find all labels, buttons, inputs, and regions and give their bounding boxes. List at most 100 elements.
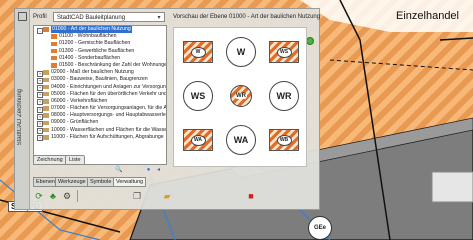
tree-item[interactable]: 01400 - Sonderbauflächen <box>34 55 166 62</box>
tree-item[interactable]: +08000 - Hauptversorgungs- und Hauptabwa… <box>34 112 167 120</box>
layer-icon <box>43 27 49 32</box>
tree-icon[interactable]: ♣ <box>47 190 59 202</box>
tab-zeichnung[interactable]: Zeichnung <box>33 155 67 165</box>
tree-item-label: 01400 - Sonderbauflächen <box>59 54 121 61</box>
circle-symbol: WR <box>230 85 252 107</box>
tree-item-label: 05000 - Flächen für den überörtlichen Ve… <box>51 90 167 97</box>
tree-item-label: 08000 - Hauptversorgungs- und Hauptabwas… <box>51 112 167 119</box>
symbol-cell[interactable]: WB <box>264 120 304 160</box>
circle-symbol: WR <box>269 81 299 111</box>
layer-icon <box>51 55 57 61</box>
panel-side-label: StadtCAD Zeichnung <box>17 89 23 146</box>
layer-icon <box>51 41 57 47</box>
chevron-down-icon[interactable]: ▾ <box>155 13 163 21</box>
symbol-cell[interactable]: W <box>178 32 218 72</box>
symbol-label: W <box>236 47 246 57</box>
symbol-label: WR <box>235 93 247 99</box>
tree-item-label: 06000 - Verkehrsflächen <box>51 97 108 104</box>
tree-item[interactable]: +03000 - Bauweise, Baulinien, Baugrenzen <box>34 76 166 84</box>
boundary-line <box>439 37 473 41</box>
panel-toolbar: ⟳ ♣ ⚙ ❐ ▰ ■ <box>33 188 319 206</box>
symbol-cell[interactable]: WA <box>221 120 261 160</box>
tree-item-label: 09000 - Grünflächen <box>51 119 99 126</box>
symbol-cell[interactable]: WR <box>221 76 261 116</box>
tree-item[interactable]: +09000 - Grünflächen <box>34 119 166 127</box>
symbol-cell[interactable]: WA <box>178 120 218 160</box>
tree-item[interactable]: +06000 - Verkehrsflächen <box>34 97 166 106</box>
map-label-einzelhandel: Einzelhandel <box>396 10 459 22</box>
search-icon[interactable]: 🔍 <box>115 167 122 174</box>
layer-icon <box>43 77 49 82</box>
profil-select[interactable]: StadtCAD Bauleitplanung ▾ <box>53 12 165 22</box>
tree-item[interactable]: 01100 - Wohnbauflächen <box>34 33 166 40</box>
map-label-gee: GEe <box>308 216 332 240</box>
tree-item-label: 01200 - Gemischte Bauflächen <box>59 40 131 47</box>
tree-item[interactable]: 01200 - Gemischte Bauflächen <box>34 40 166 47</box>
tree-item-label: 04000 - Einrichtungen und Anlagen zur Ve… <box>51 83 167 90</box>
symbol-label: WA <box>190 134 206 146</box>
tree-item-label: 03000 - Bauweise, Baulinien, Baugrenzen <box>51 76 148 83</box>
tree-item[interactable]: +10000 - Wasserflächen und Flächen für d… <box>34 126 167 135</box>
delete-icon[interactable]: ■ <box>245 190 257 202</box>
symbol-cell[interactable]: WR <box>264 76 304 116</box>
circle-symbol: WS <box>183 81 213 111</box>
tree-item[interactable]: +05000 - Flächen für den überörtlichen V… <box>34 90 167 99</box>
symbol-preview-grid[interactable]: W W WS WS WR WR WA WA WB <box>173 27 307 167</box>
preview-controls: 🔍 ● ◂ <box>115 167 175 177</box>
tab-symbole[interactable]: Symbole <box>87 177 115 187</box>
symbol-cell[interactable]: W <box>221 32 261 72</box>
dashed-line <box>329 59 473 71</box>
tree-item[interactable]: 01300 - Gewerbliche Bauflächen <box>34 48 166 55</box>
tree-item[interactable]: +07000 - Flächen für Versorgungsanlagen,… <box>34 105 167 113</box>
hatched-box-symbol: WB <box>269 129 299 151</box>
panel-side-strip[interactable]: StadtCAD Zeichnung <box>15 9 30 209</box>
tree-item-label: 01000 - Art der baulichen Nutzung <box>51 26 132 34</box>
circle-symbol: W <box>226 37 256 67</box>
layer-tree[interactable]: -01000 - Art der baulichen Nutzung 01100 … <box>33 25 167 165</box>
symbol-library-panel: StadtCAD Zeichnung Profil StadtCAD Baule… <box>14 8 320 210</box>
circle-symbol: WA <box>226 125 256 155</box>
reload-icon[interactable]: ⟳ <box>33 190 45 202</box>
tab-werkzeuge[interactable]: Werkzeuge <box>55 177 89 187</box>
layer-icon <box>43 91 49 97</box>
hatched-box-symbol: WS <box>269 41 299 63</box>
settings-icon[interactable]: ⚙ <box>61 190 73 202</box>
tree-item-label: 01100 - Wohnbauflächen <box>59 33 117 40</box>
tree-item[interactable]: -01000 - Art der baulichen Nutzung <box>34 26 166 34</box>
map-label-gee-text: GEe <box>313 225 326 231</box>
symbol-label: WB <box>276 134 292 146</box>
hatched-box-symbol: WA <box>183 129 213 151</box>
tree-item[interactable]: +02000 - Maß der baulichen Nutzung <box>34 69 166 77</box>
layer-icon <box>43 113 49 118</box>
layer-icon <box>51 63 57 68</box>
layer-icon <box>43 84 49 90</box>
layer-icon <box>51 34 57 39</box>
tree-item-label: 01500 - Beschränkung der Zahl der Wohnun… <box>59 61 167 68</box>
symbol-label: WR <box>276 91 292 101</box>
tree-item-label: 10000 - Wasserflächen und Flächen für di… <box>51 126 167 133</box>
map-inset <box>431 171 473 203</box>
tab-verwaltung[interactable]: Verwaltung <box>113 177 147 187</box>
tree-item-label: 07000 - Flächen für Versorgungsanlagen, … <box>51 105 167 112</box>
pin-icon[interactable] <box>18 12 27 21</box>
symbol-label: WS <box>276 46 292 58</box>
layer-icon <box>43 127 49 133</box>
profil-select-value: StadtCAD Bauleitplanung <box>57 15 126 21</box>
status-icon[interactable] <box>306 37 314 45</box>
symbol-label: WA <box>233 135 249 145</box>
tab-liste[interactable]: Liste <box>65 155 85 165</box>
tree-item-label: 01300 - Gewerbliche Bauflächen <box>59 47 135 54</box>
symbol-label: W <box>190 46 206 58</box>
folder-icon[interactable]: ▰ <box>161 190 173 202</box>
symbol-cell[interactable]: WS <box>264 32 304 72</box>
layer-icon <box>43 106 49 111</box>
symbol-cell[interactable]: WS <box>178 76 218 116</box>
copy-icon[interactable]: ❐ <box>131 190 143 202</box>
tree-item[interactable]: 01500 - Beschränkung der Zahl der Wohnun… <box>34 62 166 69</box>
tree-item[interactable]: +04000 - Einrichtungen und Anlagen zur V… <box>34 84 166 91</box>
profil-label: Profil <box>33 14 47 20</box>
refresh-icon[interactable]: ● <box>145 167 152 174</box>
arrow-left-icon[interactable]: ◂ <box>155 167 162 174</box>
tree-item[interactable]: +11000 - Flächen für Aufschüttungen, Abg… <box>34 134 166 142</box>
layer-icon <box>43 70 49 75</box>
